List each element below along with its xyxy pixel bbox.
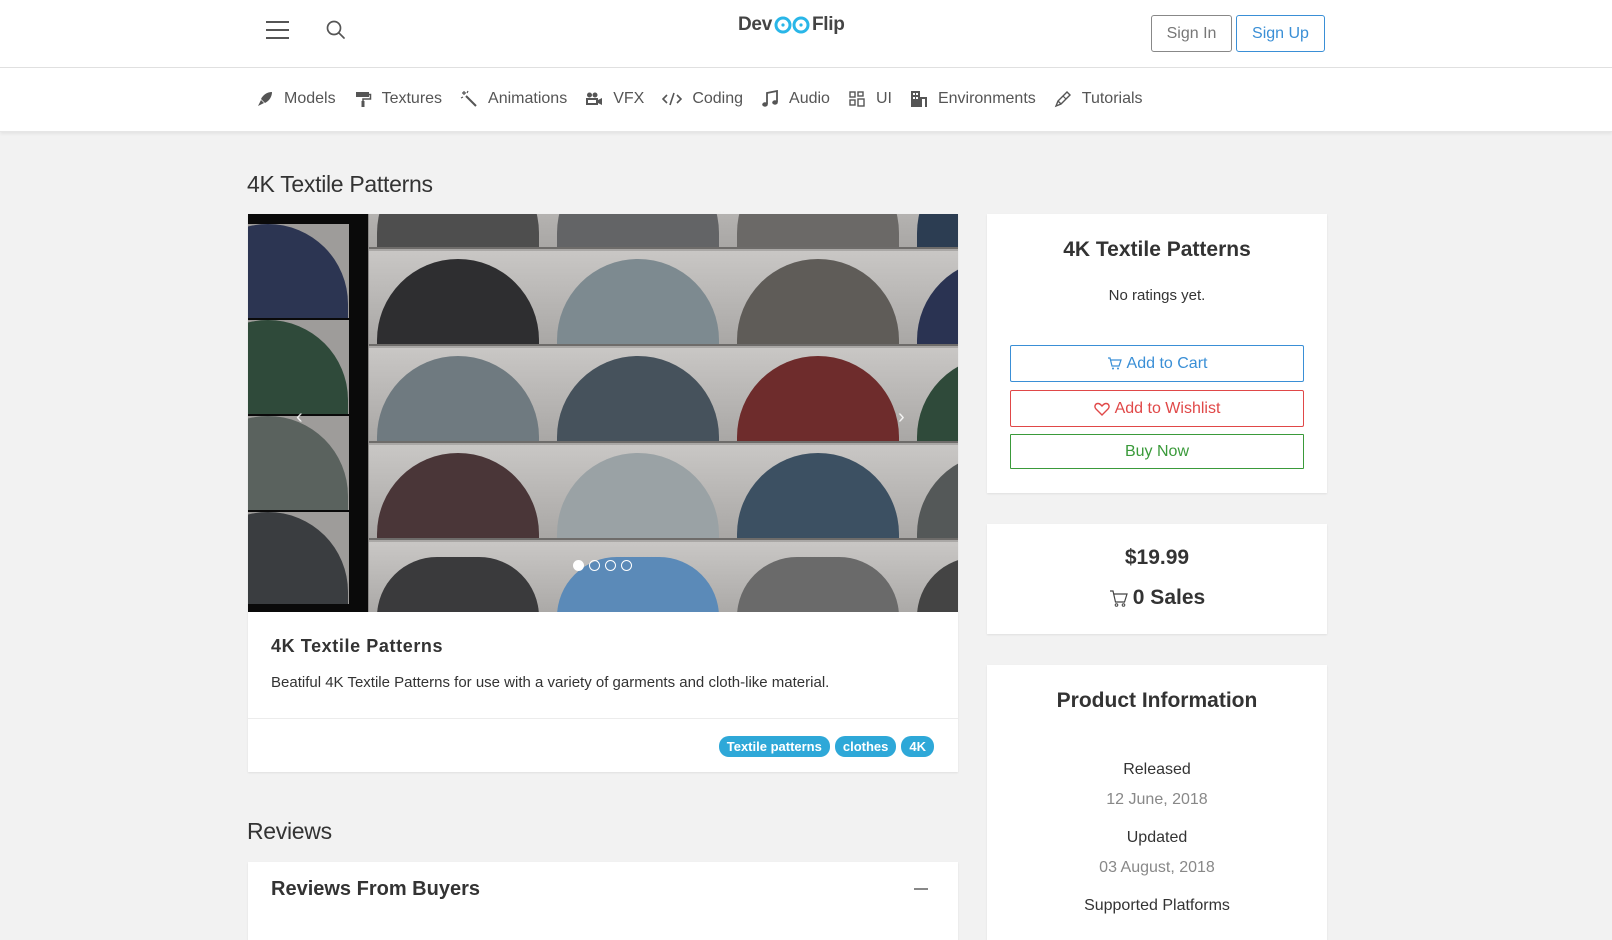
- hamburger-icon: [266, 21, 289, 23]
- sales-count: 0 Sales: [987, 586, 1327, 610]
- category-tutorials[interactable]: Tutorials: [1054, 90, 1143, 108]
- image-carousel[interactable]: ‹ ›: [248, 214, 958, 612]
- menu-button[interactable]: [266, 21, 289, 39]
- add-to-cart-label: Add to Cart: [1126, 354, 1208, 372]
- carousel-thumb: [248, 224, 349, 318]
- sign-up-button[interactable]: Sign Up: [1236, 15, 1325, 52]
- carousel-dot-3[interactable]: [605, 560, 616, 571]
- divider: [248, 718, 958, 719]
- product-info-title: Product Information: [1056, 689, 1258, 712]
- sales-label: 0 Sales: [1132, 586, 1206, 609]
- cart-icon: [1109, 589, 1128, 607]
- carousel-dot-2[interactable]: [589, 560, 600, 571]
- category-label: Coding: [692, 90, 744, 107]
- code-icon: [662, 92, 683, 106]
- carousel-indicators: [573, 560, 637, 571]
- price-value: $19.99: [1124, 546, 1190, 569]
- page-title: 4K Textile Patterns: [247, 171, 433, 197]
- magic-wand-icon: [460, 90, 477, 107]
- category-label: Environments: [937, 90, 1036, 107]
- buy-now-button[interactable]: Buy Now: [1010, 434, 1304, 469]
- carousel-dot-1[interactable]: [573, 560, 584, 571]
- released-value: 12 June, 2018: [1106, 791, 1208, 808]
- top-navbar: Dev Flip Sign In Sign Up: [0, 0, 1612, 68]
- category-environments[interactable]: Environments: [910, 90, 1036, 108]
- product-info-card: Product Information Released 12 June, 20…: [987, 665, 1327, 940]
- category-label: UI: [875, 90, 892, 107]
- collapse-minus-icon[interactable]: [914, 888, 928, 890]
- reviews-heading: Reviews: [247, 818, 332, 844]
- hamburger-line: [266, 37, 289, 39]
- product-card-title: 4K Textile Patterns: [271, 636, 444, 656]
- tag-badge[interactable]: Textile patterns: [718, 736, 830, 757]
- released-label: Released: [1123, 761, 1191, 778]
- category-vfx[interactable]: VFX: [585, 90, 644, 108]
- category-ui[interactable]: UI: [848, 90, 892, 108]
- music-note-icon: [762, 90, 778, 107]
- category-models[interactable]: Models: [256, 90, 336, 108]
- add-to-wishlist-label: Add to Wishlist: [1114, 399, 1221, 417]
- add-to-cart-button[interactable]: Add to Cart: [1010, 345, 1304, 382]
- category-nav: Models Textures Animations VFX Coding Au…: [0, 68, 1612, 132]
- product-card: ‹ › 4K Textile Patterns Beatiful 4K Text…: [248, 214, 958, 772]
- reviews-card: Reviews From Buyers: [248, 862, 958, 940]
- cart-icon: [1107, 357, 1122, 370]
- carousel-thumb: [248, 512, 349, 604]
- category-coding[interactable]: Coding: [662, 90, 743, 108]
- logo-text-right: Flip: [811, 14, 845, 35]
- supported-platforms-label: Supported Platforms: [1084, 897, 1230, 914]
- carousel-next-button[interactable]: ›: [898, 406, 905, 429]
- search-icon[interactable]: [325, 19, 347, 41]
- paint-roller-icon: [355, 92, 371, 107]
- purchase-card-title: 4K Textile Patterns: [1063, 238, 1251, 261]
- carousel-slide-image: [369, 214, 958, 612]
- carousel-thumb: [248, 416, 349, 510]
- video-camera-icon: [586, 92, 603, 105]
- category-label: Audio: [789, 90, 830, 107]
- category-textures[interactable]: Textures: [354, 90, 442, 108]
- purchase-card: 4K Textile Patterns No ratings yet. Add …: [987, 214, 1327, 493]
- carousel-dot-4[interactable]: [621, 560, 632, 571]
- sign-in-button[interactable]: Sign In: [1151, 15, 1232, 52]
- carousel-prev-button[interactable]: ‹: [296, 406, 303, 429]
- logo-text-left: Dev: [738, 14, 772, 35]
- price-card: $19.99 0 Sales: [987, 524, 1327, 634]
- site-logo[interactable]: Dev Flip: [738, 14, 845, 36]
- tag-list: Textile patterns clothes 4K: [714, 736, 934, 757]
- rocket-icon: [258, 92, 272, 106]
- tag-badge[interactable]: clothes: [834, 736, 897, 757]
- category-label: VFX: [613, 90, 645, 107]
- infinity-logo-icon: [774, 16, 810, 34]
- add-to-wishlist-button[interactable]: Add to Wishlist: [1010, 390, 1304, 427]
- updated-label: Updated: [1126, 829, 1188, 846]
- reviews-card-title: Reviews From Buyers: [271, 878, 480, 900]
- building-icon: [910, 91, 927, 107]
- carousel-side-strip: [248, 214, 368, 612]
- carousel-thumb: [248, 320, 349, 414]
- hamburger-line: [266, 29, 289, 31]
- pencil-icon: [1054, 91, 1071, 108]
- ui-layout-icon: [849, 91, 865, 107]
- updated-value: 03 August, 2018: [1099, 859, 1215, 876]
- category-audio[interactable]: Audio: [761, 90, 830, 108]
- heart-icon: [1093, 402, 1110, 416]
- category-label: Textures: [381, 90, 443, 107]
- rating-text: No ratings yet.: [1108, 287, 1206, 304]
- category-label: Tutorials: [1081, 90, 1143, 107]
- product-description: Beatiful 4K Textile Patterns for use wit…: [271, 674, 830, 691]
- category-label: Models: [284, 90, 336, 107]
- tag-badge[interactable]: 4K: [901, 736, 934, 757]
- category-label: Animations: [488, 90, 568, 107]
- category-animations[interactable]: Animations: [460, 90, 567, 108]
